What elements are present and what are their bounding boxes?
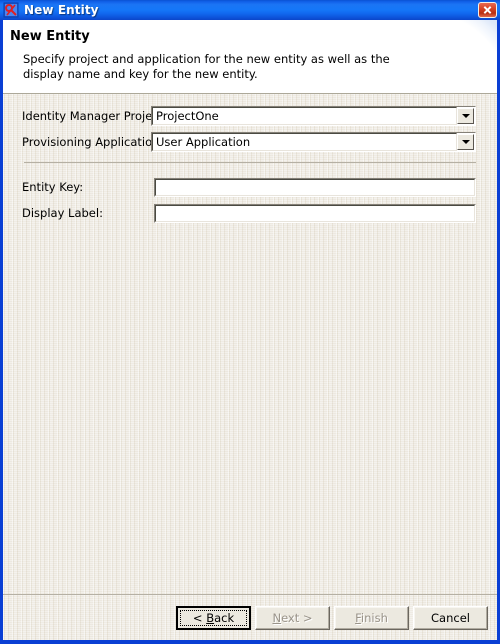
back-button[interactable]: < Back [176,605,251,630]
chevron-down-glyph [461,140,470,144]
display-label-input-field[interactable] [155,204,475,222]
cancel-button[interactable]: Cancel [413,605,488,630]
close-icon[interactable] [478,2,497,18]
wizard-header: New Entity Specify project and applicati… [3,20,497,94]
title-bar: New Entity [0,0,500,20]
entity-key-input[interactable] [154,177,476,197]
form-row-display-label: Display Label: [3,202,497,224]
entity-icon [3,2,19,18]
identity-manager-project-select[interactable]: ProjectOne [151,106,476,126]
form-row-provisioning-application: Provisioning Application: User Applicati… [3,131,497,153]
page-description: Specify project and application for the … [23,52,390,81]
label-identity-manager-project: Identity Manager Project: [22,109,168,123]
form-separator [24,162,476,163]
chevron-down-icon[interactable] [457,134,474,150]
identity-manager-project-value: ProjectOne [156,109,219,123]
label-entity-key: Entity Key: [22,180,84,194]
next-button[interactable]: Next > [255,605,330,630]
title-bar-buttons [478,2,497,18]
chevron-down-icon[interactable] [457,108,474,124]
display-label-input[interactable] [154,203,476,223]
identity-manager-project-select-field[interactable]: ProjectOne [152,107,457,125]
chevron-down-glyph [461,114,470,118]
finish-button[interactable]: Finish [334,605,409,630]
entity-key-input-field[interactable] [155,178,475,196]
form-row-entity-key: Entity Key: [3,176,497,198]
wizard-button-bar: < Back Next > Finish Cancel [3,594,497,640]
provisioning-application-select-field[interactable]: User Application [152,133,457,151]
label-provisioning-application: Provisioning Application: [22,135,164,149]
cancel-button-label: Cancel [431,610,470,625]
page-title: New Entity [10,29,90,44]
label-display-label: Display Label: [22,206,103,220]
window-title: New Entity [24,3,99,17]
provisioning-application-select[interactable]: User Application [151,132,476,152]
dialog-body: Identity Manager Project: ProjectOne Pro… [3,94,497,640]
dialog-client-area: New Entity Specify project and applicati… [3,20,497,640]
back-button-label: < Back [192,610,235,625]
new-entity-dialog: New Entity New Entity Specify project an… [0,0,500,644]
finish-button-label: Finish [355,610,388,625]
next-button-label: Next > [272,610,313,625]
provisioning-application-value: User Application [156,135,251,149]
form-row-identity-manager-project: Identity Manager Project: ProjectOne [3,105,497,127]
